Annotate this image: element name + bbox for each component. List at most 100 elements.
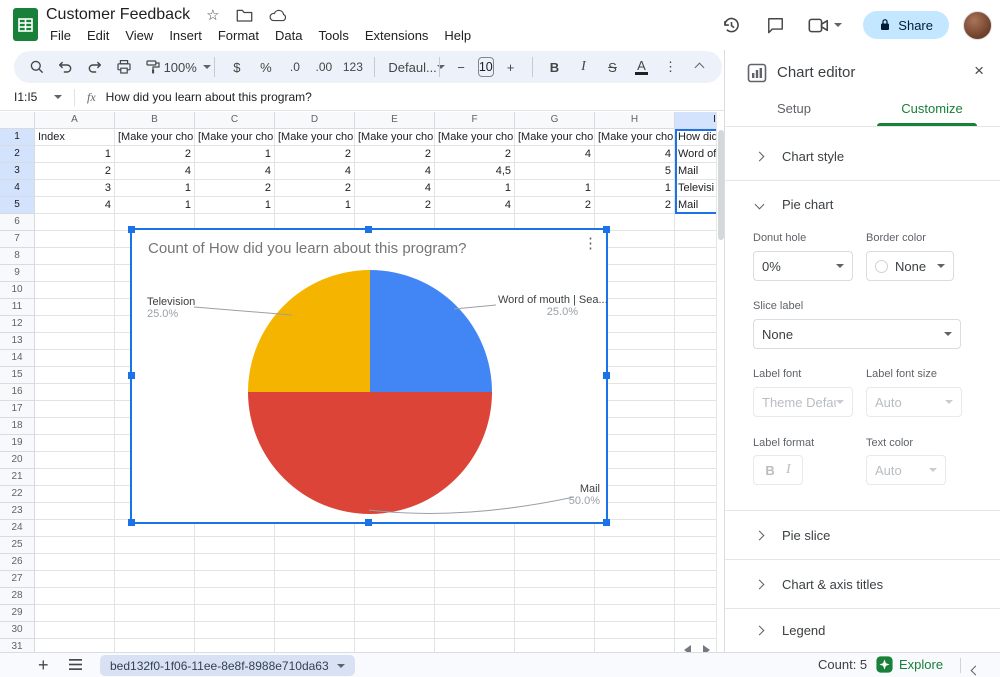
cell-A8[interactable] (35, 248, 115, 265)
cell-C3[interactable]: 4 (195, 163, 275, 180)
cell-A3[interactable]: 2 (35, 163, 115, 180)
cell-C29[interactable] (195, 605, 275, 622)
cell-D5[interactable]: 1 (275, 197, 355, 214)
cell-H1[interactable]: [Make your choic (595, 129, 675, 146)
column-header-C[interactable]: C (195, 112, 275, 129)
menu-extensions[interactable]: Extensions (357, 25, 437, 46)
document-title[interactable]: Customer Feedback (46, 6, 190, 24)
percent-format-button[interactable]: % (253, 55, 278, 79)
cell-F29[interactable] (435, 605, 515, 622)
cell-H3[interactable]: 5 (595, 163, 675, 180)
all-sheets-icon[interactable] (68, 658, 83, 671)
number-format-button[interactable]: 123 (340, 55, 365, 79)
cell-C31[interactable] (195, 639, 275, 652)
spreadsheet-grid[interactable]: ABCDEFGHI1Index[Make your choic[Make you… (0, 112, 724, 652)
cell-B5[interactable]: 1 (115, 197, 195, 214)
row-header-26[interactable]: 26 (0, 554, 35, 571)
row-header-27[interactable]: 27 (0, 571, 35, 588)
row-header-3[interactable]: 3 (0, 163, 35, 180)
vertical-scrollbar[interactable] (716, 112, 724, 652)
row-header-15[interactable]: 15 (0, 367, 35, 384)
hide-menus-button[interactable] (687, 55, 712, 79)
cell-A17[interactable] (35, 401, 115, 418)
decrease-decimal-button[interactable]: .0 (282, 55, 307, 79)
cell-A19[interactable] (35, 435, 115, 452)
cell-G28[interactable] (515, 588, 595, 605)
undo-icon[interactable] (53, 55, 78, 79)
comment-icon[interactable] (757, 9, 793, 41)
cell-D26[interactable] (275, 554, 355, 571)
column-header-A[interactable]: A (35, 112, 115, 129)
cell-A25[interactable] (35, 537, 115, 554)
row-header-18[interactable]: 18 (0, 418, 35, 435)
cell-C1[interactable]: [Make your choic (195, 129, 275, 146)
cell-C4[interactable]: 2 (195, 180, 275, 197)
cell-A27[interactable] (35, 571, 115, 588)
tab-customize[interactable]: Customize (863, 94, 1000, 126)
menu-view[interactable]: View (117, 25, 161, 46)
chart-resize-handle[interactable] (365, 226, 372, 233)
chart-menu-icon[interactable]: ⋮ (583, 236, 598, 253)
row-header-13[interactable]: 13 (0, 333, 35, 350)
tab-setup[interactable]: Setup (725, 94, 863, 126)
cell-E31[interactable] (355, 639, 435, 652)
slice-label-select[interactable]: None (753, 319, 961, 349)
cell-D1[interactable]: [Make your choic (275, 129, 355, 146)
menu-insert[interactable]: Insert (161, 25, 210, 46)
row-header-31[interactable]: 31 (0, 639, 35, 652)
toolbar-more-button[interactable]: ⋮ (658, 55, 683, 79)
cell-B27[interactable] (115, 571, 195, 588)
cell-B26[interactable] (115, 554, 195, 571)
column-header-B[interactable]: B (115, 112, 195, 129)
font-select[interactable]: Defaul... (384, 55, 429, 79)
cell-A1[interactable]: Index (35, 129, 115, 146)
column-header-G[interactable]: G (515, 112, 595, 129)
cell-A16[interactable] (35, 384, 115, 401)
cell-E26[interactable] (355, 554, 435, 571)
row-header-16[interactable]: 16 (0, 384, 35, 401)
account-avatar[interactable] (963, 11, 992, 40)
cell-G2[interactable]: 4 (515, 146, 595, 163)
currency-format-button[interactable]: $ (224, 55, 249, 79)
cell-B28[interactable] (115, 588, 195, 605)
menu-format[interactable]: Format (210, 25, 267, 46)
cell-F31[interactable] (435, 639, 515, 652)
cell-F27[interactable] (435, 571, 515, 588)
name-box[interactable]: I1:I5 (0, 90, 70, 104)
row-header-9[interactable]: 9 (0, 265, 35, 282)
cell-C5[interactable]: 1 (195, 197, 275, 214)
chart-resize-handle[interactable] (603, 519, 610, 526)
cell-F26[interactable] (435, 554, 515, 571)
text-color-button[interactable]: A (629, 55, 654, 79)
cell-H25[interactable] (595, 537, 675, 554)
row-header-12[interactable]: 12 (0, 316, 35, 333)
cell-E29[interactable] (355, 605, 435, 622)
menu-edit[interactable]: Edit (79, 25, 117, 46)
version-history-icon[interactable] (713, 9, 749, 41)
cell-C26[interactable] (195, 554, 275, 571)
cell-A24[interactable] (35, 520, 115, 537)
redo-icon[interactable] (82, 55, 107, 79)
column-header-D[interactable]: D (275, 112, 355, 129)
cell-A12[interactable] (35, 316, 115, 333)
row-header-29[interactable]: 29 (0, 605, 35, 622)
row-header-8[interactable]: 8 (0, 248, 35, 265)
paint-format-icon[interactable] (140, 55, 165, 79)
cell-A18[interactable] (35, 418, 115, 435)
cell-B31[interactable] (115, 639, 195, 652)
row-header-21[interactable]: 21 (0, 469, 35, 486)
sheet-tab[interactable]: bed132f0-1f06-11ee-8e8f-8988e710da63 (100, 655, 355, 676)
embedded-chart[interactable]: Count of How did you learn about this pr… (130, 228, 608, 524)
cell-F1[interactable]: [Make your choic (435, 129, 515, 146)
row-header-5[interactable]: 5 (0, 197, 35, 214)
row-header-6[interactable]: 6 (0, 214, 35, 231)
cell-G27[interactable] (515, 571, 595, 588)
cell-A9[interactable] (35, 265, 115, 282)
cell-A26[interactable] (35, 554, 115, 571)
cell-E3[interactable]: 4 (355, 163, 435, 180)
explore-button[interactable]: Explore (876, 656, 943, 673)
cell-A20[interactable] (35, 452, 115, 469)
star-icon[interactable]: ☆ (206, 8, 219, 23)
donut-hole-select[interactable]: 0% (753, 251, 853, 281)
cell-G1[interactable]: [Make your choic (515, 129, 595, 146)
